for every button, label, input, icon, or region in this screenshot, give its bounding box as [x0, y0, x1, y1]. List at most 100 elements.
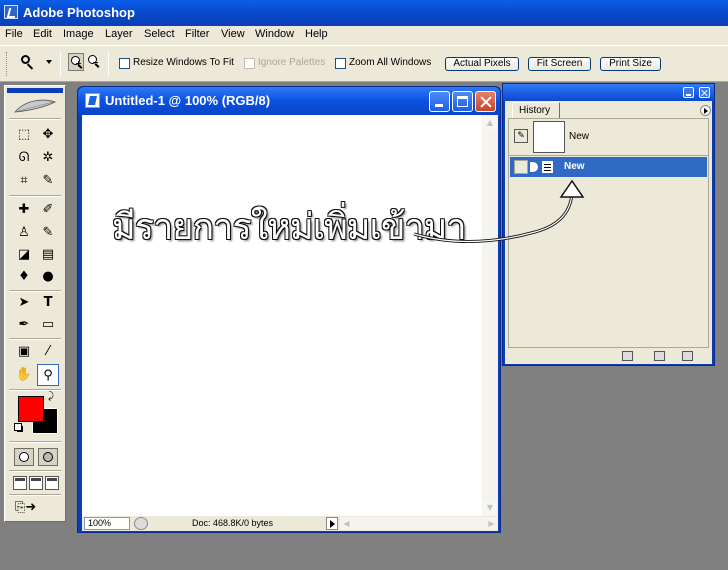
snapshot-label: New	[569, 131, 590, 142]
toolbox-divider	[9, 441, 61, 443]
scroll-up-icon[interactable]: ▲	[483, 116, 497, 130]
healing-brush-icon[interactable]: ✚	[13, 199, 35, 221]
new-document-from-state-icon[interactable]	[622, 351, 633, 361]
navigator-icon[interactable]	[134, 517, 148, 530]
minimize-icon	[435, 104, 443, 107]
zoom-level-field[interactable]: 100%	[84, 517, 130, 530]
foreground-color-swatch[interactable]	[18, 396, 44, 422]
new-snapshot-icon[interactable]	[654, 351, 665, 361]
vertical-scrollbar[interactable]: ▲ ▼	[482, 115, 498, 516]
dodge-icon[interactable]: ●	[37, 266, 59, 288]
zoom-icon[interactable]	[20, 54, 36, 70]
history-snapshot[interactable]: ✎ New	[509, 119, 708, 156]
full-screen-mode-icon[interactable]	[45, 476, 59, 490]
photoshop-app-icon	[4, 5, 18, 19]
document-status-bar: 100% Doc: 468.8K/0 bytes ◀ ▶	[82, 516, 498, 531]
history-state-selected[interactable]: New	[510, 157, 707, 177]
document-window: Untitled-1 @ 100% (RGB/8) ▲ ▼ 100% Doc: …	[77, 86, 501, 533]
gradient-icon[interactable]: ▤	[37, 244, 59, 266]
options-separator	[108, 52, 109, 76]
brush-icon[interactable]: ✐	[37, 199, 59, 221]
zoom-all-windows-checkbox[interactable]	[335, 58, 346, 69]
jump-to-imageready-icon[interactable]: ⎘➜	[15, 500, 55, 518]
history-brush-source-box[interactable]	[514, 160, 528, 174]
app-title: Adobe Photoshop	[23, 5, 135, 20]
swap-colors-icon[interactable]: ⤸	[48, 391, 54, 402]
standard-screen-mode-icon[interactable]	[13, 476, 27, 490]
history-brush-icon[interactable]: ✎	[37, 222, 59, 244]
new-document-state-icon	[542, 161, 553, 173]
toolbox-divider	[9, 494, 61, 496]
actual-pixels-button[interactable]: Actual Pixels	[445, 57, 519, 71]
menu-view[interactable]: View	[221, 28, 245, 40]
history-state-slider-icon[interactable]	[530, 162, 538, 172]
options-bar-grip[interactable]	[6, 52, 9, 76]
menu-file[interactable]: File	[5, 28, 23, 40]
minimize-button[interactable]	[429, 91, 450, 112]
palette-minimize-button[interactable]	[683, 87, 694, 98]
options-bar: + − Resize Windows To Fit Ignore Palette…	[0, 45, 728, 82]
ignore-palettes-label: Ignore Palettes	[258, 57, 326, 68]
annotation-text: มีรายการใหม่เพิ่มเข้ามา	[112, 207, 467, 248]
type-icon[interactable]: T	[37, 292, 59, 314]
print-size-button[interactable]: Print Size	[600, 57, 661, 71]
magic-wand-icon[interactable]: ✲	[37, 147, 59, 169]
pen-icon[interactable]: ✒	[13, 314, 35, 336]
close-button[interactable]	[475, 91, 496, 112]
menu-help[interactable]: Help	[305, 28, 328, 40]
slice-icon[interactable]: ✎	[37, 170, 59, 192]
tool-preset-dropdown-icon[interactable]	[46, 60, 52, 64]
palette-close-button[interactable]	[699, 87, 710, 98]
menu-layer[interactable]: Layer	[105, 28, 133, 40]
horizontal-scrollbar[interactable]: ◀ ▶	[340, 517, 498, 530]
toolbox-divider	[9, 118, 61, 120]
toolbox-divider	[9, 338, 61, 340]
scroll-left-icon[interactable]: ◀	[340, 517, 353, 530]
scroll-right-icon[interactable]: ▶	[485, 517, 498, 530]
resize-windows-label: Resize Windows To Fit	[133, 57, 234, 68]
notes-icon[interactable]: ▣	[13, 341, 35, 363]
eraser-icon[interactable]: ◪	[13, 244, 35, 266]
palette-title-bar[interactable]	[503, 84, 714, 101]
snapshot-thumbnail	[533, 121, 565, 153]
ignore-palettes-checkbox	[244, 58, 255, 69]
crop-icon[interactable]: ⌗	[13, 170, 35, 192]
marquee-icon[interactable]: ⬚	[13, 124, 35, 146]
rectangle-icon[interactable]: ▭	[37, 314, 59, 336]
document-title-bar[interactable]: Untitled-1 @ 100% (RGB/8)	[78, 87, 500, 115]
menu-edit[interactable]: Edit	[33, 28, 52, 40]
fit-screen-button[interactable]: Fit Screen	[528, 57, 591, 71]
clone-stamp-icon[interactable]: ♙	[13, 222, 35, 244]
document-icon	[85, 93, 100, 108]
lasso-icon[interactable]: ᘏ	[13, 147, 35, 169]
feather-logo[interactable]	[13, 98, 57, 114]
history-brush-source-icon[interactable]: ✎	[514, 129, 528, 143]
blur-icon[interactable]: ♦	[13, 266, 35, 288]
zoom-icon[interactable]: ⚲	[37, 364, 59, 386]
scroll-down-icon[interactable]: ▼	[483, 501, 497, 515]
tab-history[interactable]: History	[512, 102, 560, 118]
hand-icon[interactable]: ✋	[13, 364, 35, 386]
toolbox-title-bar[interactable]	[7, 88, 63, 93]
image-canvas[interactable]	[82, 115, 482, 516]
move-icon[interactable]: ✥	[37, 124, 59, 146]
path-selection-icon[interactable]: ➤	[13, 292, 35, 314]
menu-window[interactable]: Window	[255, 28, 294, 40]
standard-mode-icon[interactable]	[14, 448, 34, 466]
palette-menu-icon[interactable]	[700, 105, 711, 116]
status-menu-arrow-icon[interactable]	[326, 517, 338, 530]
menu-select[interactable]: Select	[144, 28, 175, 40]
menu-filter[interactable]: Filter	[185, 28, 209, 40]
trash-icon[interactable]	[682, 351, 693, 361]
menu-image[interactable]: Image	[63, 28, 94, 40]
eyedropper-icon[interactable]: ⁄	[37, 341, 59, 363]
full-screen-menu-mode-icon[interactable]	[29, 476, 43, 490]
maximize-button[interactable]	[452, 91, 473, 112]
history-palette: History ✎ New New	[502, 83, 715, 366]
zoom-out-icon[interactable]: −	[86, 53, 102, 71]
quick-mask-mode-icon[interactable]	[38, 448, 58, 466]
resize-windows-checkbox[interactable]	[119, 58, 130, 69]
zoom-in-icon[interactable]: +	[68, 53, 84, 71]
default-colors-icon[interactable]	[14, 423, 23, 432]
toolbox-divider	[9, 195, 61, 197]
